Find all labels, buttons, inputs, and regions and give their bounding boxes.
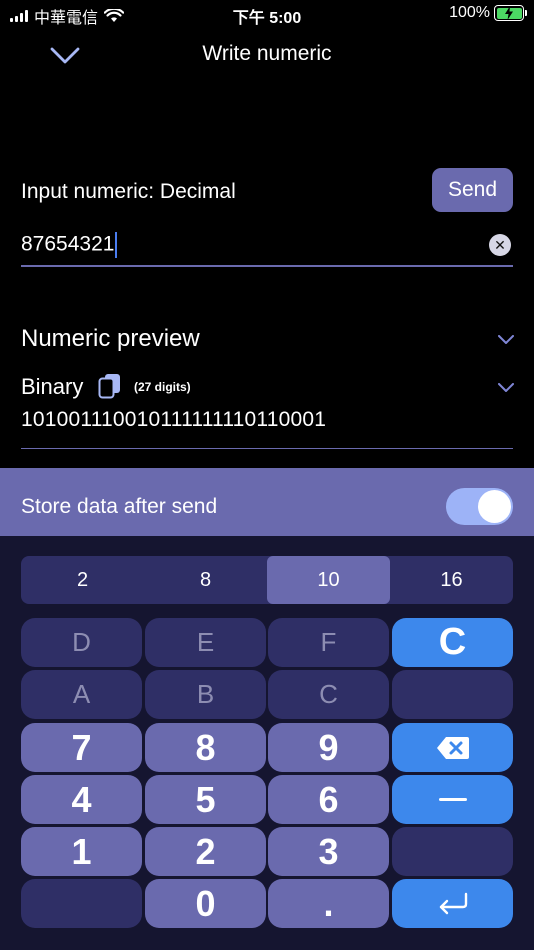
key-3[interactable]: 3 <box>268 827 389 876</box>
store-label: Store data after send <box>21 495 218 518</box>
status-bar: 中華電信 下午 5:00 100% <box>0 0 534 28</box>
return-key[interactable] <box>392 879 513 928</box>
radix-16[interactable]: 16 <box>390 556 513 604</box>
page-title: Write numeric <box>202 42 332 65</box>
preview-divider <box>21 448 513 449</box>
minus-key[interactable] <box>392 775 513 824</box>
nav-bar: Write numeric <box>0 30 534 80</box>
key-1[interactable]: 1 <box>21 827 142 876</box>
key-9[interactable]: 9 <box>268 723 389 772</box>
toggle-knob <box>478 490 511 523</box>
copy-icon[interactable] <box>98 373 122 399</box>
status-right: 100% <box>449 4 527 22</box>
return-icon <box>439 892 467 914</box>
numeric-input-value: 87654321 <box>21 232 115 256</box>
store-row: Store data after send <box>0 468 534 536</box>
key-6[interactable]: 6 <box>268 775 389 824</box>
battery-percent: 100% <box>449 4 490 21</box>
send-button[interactable]: Send <box>432 168 513 212</box>
radix-10[interactable]: 10 <box>267 556 390 604</box>
empty-key <box>392 827 513 876</box>
key-dot[interactable]: . <box>268 879 389 928</box>
preview-title: Numeric preview <box>21 325 200 352</box>
key-0[interactable]: 0 <box>145 879 266 928</box>
key-7[interactable]: 7 <box>21 723 142 772</box>
binary-value: 101001110010111111110110001 <box>21 408 327 431</box>
format-chevron-icon[interactable] <box>498 383 514 393</box>
key-e[interactable]: E <box>145 618 266 667</box>
backspace-icon <box>436 736 469 759</box>
clear-key[interactable]: C <box>392 618 513 667</box>
key-a[interactable]: A <box>21 670 142 719</box>
input-label: Input numeric: Decimal <box>21 180 236 203</box>
numeric-keyboard: 2 8 10 16 D E F C A B C 7 8 9 4 5 6 1 2 … <box>0 536 534 950</box>
input-underline <box>21 265 513 267</box>
backspace-key[interactable] <box>392 723 513 772</box>
radix-selector: 2 8 10 16 <box>21 556 513 604</box>
key-2[interactable]: 2 <box>145 827 266 876</box>
key-5[interactable]: 5 <box>145 775 266 824</box>
empty-key <box>392 670 513 719</box>
key-b[interactable]: B <box>145 670 266 719</box>
key-c[interactable]: C <box>268 670 389 719</box>
battery-icon <box>494 5 527 21</box>
radix-2[interactable]: 2 <box>21 556 144 604</box>
clear-icon[interactable]: ✕ <box>489 234 511 256</box>
radix-8[interactable]: 8 <box>144 556 267 604</box>
empty-key <box>21 879 142 928</box>
minus-icon <box>438 797 467 801</box>
format-label[interactable]: Binary <box>21 374 83 400</box>
preview-chevron-icon[interactable] <box>498 335 514 345</box>
text-caret <box>115 232 118 258</box>
key-d[interactable]: D <box>21 618 142 667</box>
key-8[interactable]: 8 <box>145 723 266 772</box>
key-4[interactable]: 4 <box>21 775 142 824</box>
key-f[interactable]: F <box>268 618 389 667</box>
numeric-input[interactable]: 87654321 <box>21 232 118 258</box>
store-toggle[interactable] <box>446 488 513 525</box>
digits-count: (27 digits) <box>134 380 191 394</box>
